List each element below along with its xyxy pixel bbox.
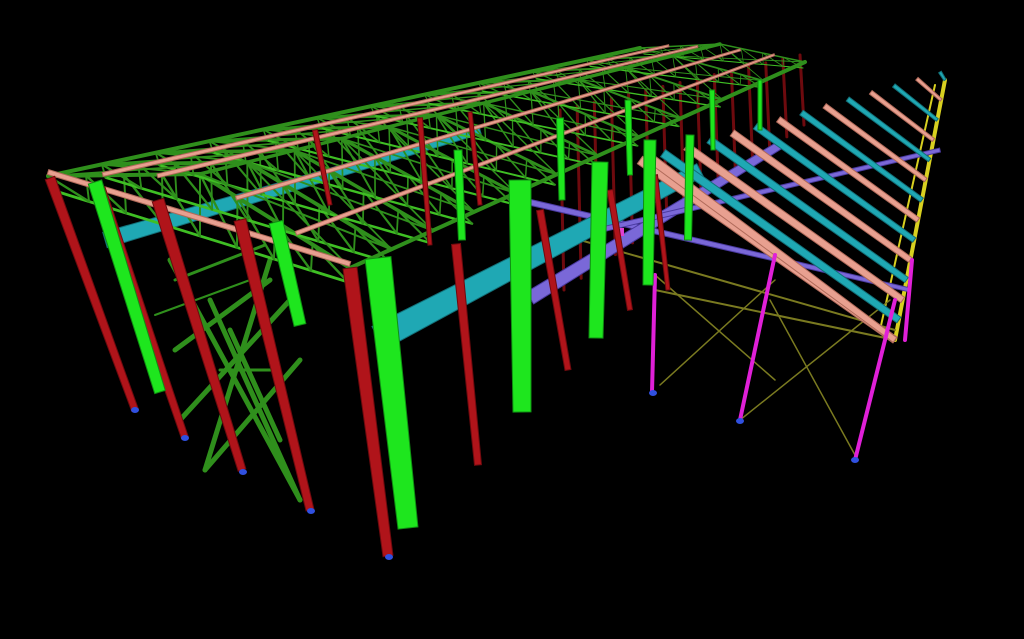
- base-plate: [385, 554, 393, 560]
- steel-structure-3d-view: [0, 0, 1024, 639]
- base-plate: [181, 435, 189, 441]
- column-green: [508, 179, 532, 413]
- base-plate: [736, 418, 744, 424]
- model-viewport[interactable]: [0, 0, 1024, 639]
- base-plate: [851, 457, 859, 463]
- column-green: [757, 79, 763, 131]
- column-green: [708, 89, 716, 151]
- truss-web-vertical: [293, 149, 297, 206]
- base-plate: [649, 390, 657, 396]
- base-plate: [307, 508, 315, 514]
- base-plate: [131, 407, 139, 413]
- base-plate: [239, 469, 247, 475]
- truss-web-vertical: [465, 129, 468, 165]
